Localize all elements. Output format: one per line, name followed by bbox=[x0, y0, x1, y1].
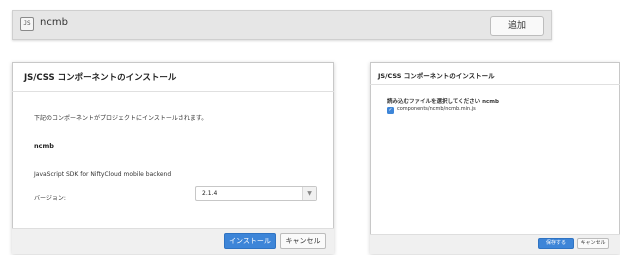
checkbox-checked-icon[interactable]: ✓ bbox=[387, 107, 394, 114]
cancel-button[interactable]: キャンセル bbox=[577, 238, 609, 249]
file-select-dialog bbox=[370, 62, 620, 254]
divider bbox=[12, 91, 334, 92]
add-button[interactable]: 追加 bbox=[490, 16, 544, 36]
chevron-down-icon[interactable]: ▼ bbox=[302, 187, 316, 200]
component-description: JavaScript SDK for NiftyCloud mobile bac… bbox=[34, 171, 172, 178]
package-name: ncmb bbox=[40, 17, 68, 28]
divider bbox=[370, 84, 620, 85]
package-bar bbox=[12, 10, 552, 40]
component-name: ncmb bbox=[34, 142, 54, 150]
file-select-heading: 読み込むファイルを選択してください ncmb bbox=[387, 99, 499, 105]
version-select[interactable]: 2.1.4 bbox=[195, 186, 317, 201]
js-package-icon: JS bbox=[20, 17, 34, 31]
install-description: 下記のコンポーネントがプロジェクトにインストールされます。 bbox=[34, 115, 208, 122]
version-label: バージョン: bbox=[34, 195, 66, 202]
dialog-title: JS/CSS コンポーネントのインストール bbox=[24, 73, 177, 83]
install-button[interactable]: インストール bbox=[224, 233, 276, 249]
dialog-title: JS/CSS コンポーネントのインストール bbox=[378, 72, 495, 80]
save-button[interactable]: 保存する bbox=[538, 238, 574, 249]
cancel-button[interactable]: キャンセル bbox=[280, 233, 326, 249]
file-path[interactable]: components/ncmb/ncmb.min.js bbox=[397, 106, 476, 112]
